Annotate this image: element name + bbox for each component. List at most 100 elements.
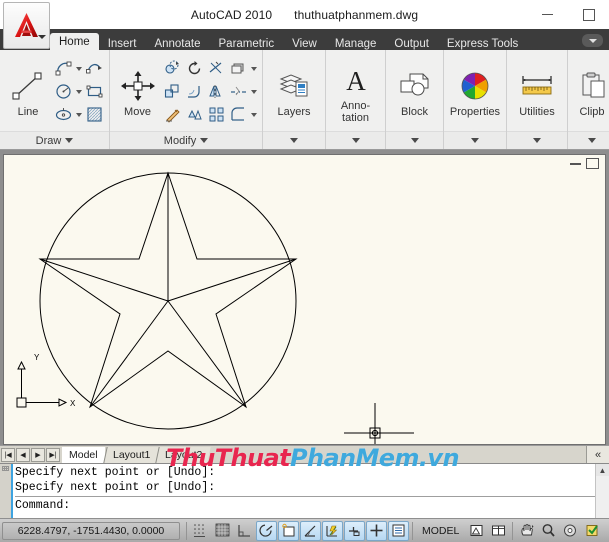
command-prompt[interactable]: Command: (15, 498, 595, 513)
minimize-button[interactable] (527, 0, 568, 29)
command-scrollbar[interactable]: ▲ (595, 464, 609, 518)
grid-display-toggle[interactable] (212, 521, 233, 541)
dynamic-input-toggle[interactable] (344, 520, 365, 541)
offset-button[interactable] (227, 58, 249, 80)
break-dropdown[interactable] (249, 81, 258, 103)
rotate-button[interactable] (183, 58, 205, 80)
layers-button[interactable]: Layers (267, 65, 321, 119)
last-tab-button[interactable]: ▶| (46, 447, 60, 462)
draw-tools-grid (52, 58, 105, 126)
application-menu-button[interactable] (3, 2, 50, 49)
object-snap-tracking-toggle[interactable] (300, 520, 321, 541)
properties-panel-expand[interactable] (444, 131, 506, 149)
arc-dropdown[interactable] (74, 58, 83, 80)
tile-windows-button[interactable] (488, 521, 509, 541)
annotation-panel-expand[interactable] (326, 131, 385, 149)
maximize-button[interactable] (568, 0, 609, 29)
circle-button[interactable] (52, 81, 74, 103)
ortho-icon (238, 525, 250, 537)
stretch-button[interactable] (161, 81, 183, 103)
modify-panel-title[interactable]: Modify (110, 131, 262, 149)
clipboard-panel-expand[interactable] (568, 131, 609, 149)
ortho-mode-toggle[interactable] (234, 521, 255, 541)
layout-view-icon (470, 525, 483, 536)
command-window-grip[interactable] (0, 464, 11, 518)
autocad-window: AutoCAD 2010 thuthuatphanmem.dwg Home Ins… (0, 0, 609, 542)
copy-button[interactable] (161, 58, 183, 80)
ellipse-button[interactable] (52, 104, 74, 126)
draw-panel-body: Line (0, 50, 109, 131)
fillet-radius-button[interactable] (227, 104, 249, 126)
steering-wheel-button[interactable] (560, 521, 581, 541)
quick-properties-toggle[interactable] (388, 520, 409, 541)
layout-tab-bar: |◀ ◀ ▶ ▶| Model Layout1 Layout2 « (0, 445, 609, 463)
app-menu-caret-icon (38, 35, 46, 39)
line-button[interactable]: Line (4, 65, 52, 119)
block-button[interactable]: Block (390, 65, 439, 119)
rectangle-button[interactable] (83, 81, 105, 103)
break-button[interactable] (227, 81, 249, 103)
command-history-line-1: Specify next point or [Undo]: (15, 466, 216, 479)
lineweight-toggle[interactable] (366, 520, 387, 541)
status-divider (186, 521, 187, 540)
layers-panel-expand[interactable] (263, 131, 325, 149)
layers-panel-body: Layers (263, 50, 325, 131)
properties-button[interactable]: Properties (448, 65, 502, 119)
layout-tab-model[interactable]: Model (62, 447, 105, 463)
mirror-button[interactable] (205, 81, 227, 103)
crosshair-cursor (344, 403, 414, 444)
chevron-down-icon (533, 138, 541, 143)
command-history: Specify next point or [Undo]: Specify ne… (11, 464, 595, 518)
draw-panel-title[interactable]: Draw (0, 131, 109, 149)
command-scroll-up-button[interactable]: ▲ (596, 464, 609, 476)
status-divider-3 (512, 521, 514, 540)
next-tab-button[interactable]: ▶ (31, 447, 45, 462)
ribbon-minimize-button[interactable] (582, 34, 603, 47)
polar-tracking-toggle[interactable] (256, 520, 277, 541)
fillet-button[interactable] (183, 81, 205, 103)
trim-button[interactable] (205, 58, 227, 80)
grid-icon (215, 523, 230, 537)
circle-dropdown[interactable] (74, 81, 83, 103)
tile-windows-icon (492, 525, 506, 536)
block-icon (398, 68, 432, 104)
doc-restore-icon[interactable] (586, 158, 599, 169)
model-space-button[interactable]: MODEL (416, 525, 465, 537)
layout-tabs-scroll-button[interactable]: « (586, 446, 609, 463)
annotation-scale-button[interactable] (582, 521, 603, 541)
prev-tab-button[interactable]: ◀ (16, 447, 30, 462)
annotation-button[interactable]: A Anno- tation (330, 59, 381, 124)
layout-tab-layout2[interactable]: Layout2 (155, 447, 212, 463)
clipboard-panel-body: Clipb (568, 50, 609, 131)
first-tab-button[interactable]: |◀ (1, 447, 15, 462)
utilities-button-label: Utilities (519, 105, 555, 118)
maximize-icon (582, 8, 595, 21)
pan-button[interactable] (516, 521, 537, 541)
status-divider-2 (412, 521, 413, 540)
layout-tab-layout1[interactable]: Layout1 (102, 447, 159, 463)
ellipse-dropdown[interactable] (74, 104, 83, 126)
fillet-dropdown[interactable] (249, 104, 258, 126)
zoom-button[interactable] (538, 521, 559, 541)
layout-view-button[interactable] (466, 521, 487, 541)
offset-dropdown[interactable] (249, 58, 258, 80)
coordinate-display[interactable]: 6228.4797, -1751.4430, 0.0000 (2, 521, 180, 540)
erase-button[interactable] (161, 104, 183, 126)
block-panel-expand[interactable] (386, 131, 443, 149)
dynamic-input-icon (349, 527, 360, 536)
dynamic-ucs-toggle[interactable] (322, 520, 343, 541)
object-snap-toggle[interactable] (278, 520, 299, 541)
polyline-button[interactable] (83, 58, 105, 80)
drawing-canvas[interactable]: Y X (3, 154, 606, 445)
explode-button[interactable] (183, 104, 205, 126)
clipboard-button[interactable]: Clipb (572, 65, 609, 119)
doc-minimize-icon[interactable] (570, 158, 581, 165)
move-button[interactable]: Move (114, 65, 161, 119)
hatch-button[interactable] (83, 104, 105, 126)
arc-button[interactable] (52, 58, 74, 80)
utilities-button[interactable]: Utilities (511, 65, 563, 119)
utilities-panel-expand[interactable] (507, 131, 567, 149)
array-button[interactable] (205, 104, 227, 126)
snap-mode-toggle[interactable] (190, 521, 211, 541)
ribbon-panel-clipboard: Clipb (568, 50, 609, 149)
